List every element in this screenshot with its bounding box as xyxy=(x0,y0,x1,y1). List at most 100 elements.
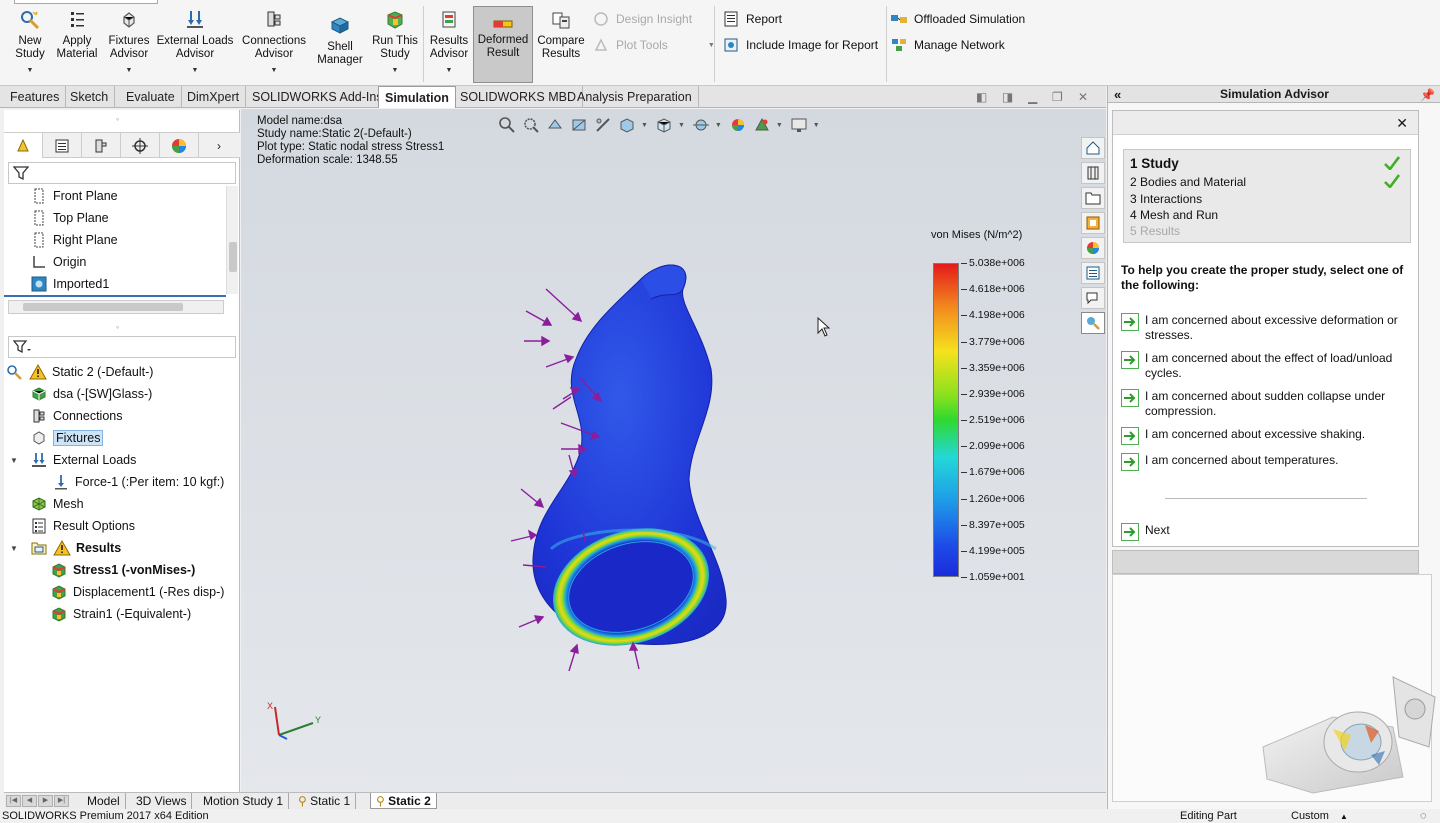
tree-item-connections[interactable]: Connections xyxy=(30,406,123,426)
feature-filter-box[interactable] xyxy=(8,162,236,184)
close-icon[interactable]: ✕ xyxy=(1396,115,1408,132)
option-excessive-shaking[interactable]: I am concerned about excessive shaking. xyxy=(1121,427,1413,445)
scroll-thumb[interactable] xyxy=(229,242,237,272)
more-tabs-button[interactable]: › xyxy=(199,133,239,158)
tree-item-result-options[interactable]: Result Options xyxy=(30,516,135,536)
tree-item-origin[interactable]: Origin xyxy=(30,252,86,272)
tab-sketch[interactable]: Sketch xyxy=(64,86,116,108)
help-icon[interactable]: ◌ xyxy=(1420,809,1427,823)
chevron-down-icon[interactable]: ▼ xyxy=(271,64,278,77)
view-orientation-icon[interactable] xyxy=(617,115,637,135)
include-image-for-report-button[interactable]: Include Image for Report xyxy=(722,36,878,54)
collapse-toggle-icon[interactable]: ▼ xyxy=(10,456,18,465)
appearances-scenes-icon[interactable] xyxy=(1081,237,1105,259)
stress-plot-model[interactable] xyxy=(491,249,911,689)
chevron-down-icon[interactable]: ▼ xyxy=(776,122,783,129)
scroll-thumb[interactable] xyxy=(23,303,183,311)
tree-item-results[interactable]: Results xyxy=(30,538,121,558)
tab-features[interactable]: Features xyxy=(4,86,67,108)
close-icon[interactable]: ✕ xyxy=(1078,90,1088,104)
chevron-down-icon[interactable]: ▼ xyxy=(192,64,199,77)
step-interactions[interactable]: 3 Interactions xyxy=(1130,192,1202,206)
rollback-bar[interactable] xyxy=(4,295,226,297)
tab-solidworks-add-ins[interactable]: SOLIDWORKS Add-Ins xyxy=(246,86,390,108)
option-load-unload-cycles[interactable]: I am concerned about the effect of load/… xyxy=(1121,351,1413,381)
feature-tree-horizontal-scrollbar[interactable] xyxy=(8,300,224,314)
tree-item-study[interactable]: Static 2 (-Default-) xyxy=(6,362,153,382)
tab-motion-study-1[interactable]: Motion Study 1 xyxy=(198,793,290,809)
chevron-down-icon[interactable]: ▼ xyxy=(446,64,453,77)
run-this-study-button[interactable]: Run This Study ▼ xyxy=(370,8,420,80)
apply-scene-icon[interactable] xyxy=(752,115,772,135)
deformed-result-button[interactable]: Deformed Result xyxy=(473,6,533,83)
last-tab-icon[interactable]: ▶| xyxy=(54,795,69,807)
next-button[interactable]: Next xyxy=(1121,523,1413,541)
connections-advisor-button[interactable]: Connections Advisor ▼ xyxy=(238,8,310,80)
tab-solidworks-mbd[interactable]: SOLIDWORKS MBD xyxy=(454,86,583,108)
fixtures-advisor-button[interactable]: Fixtures Advisor ▼ xyxy=(104,8,154,80)
configuration-manager-tab[interactable] xyxy=(82,133,121,158)
tree-item-external-loads[interactable]: External Loads xyxy=(30,450,136,470)
tree-item-displacement-plot[interactable]: Displacement1 (-Res disp-) xyxy=(50,582,224,602)
tab-static-1[interactable]: ⚲ Static 1 xyxy=(293,793,357,809)
apply-material-button[interactable]: Apply Material xyxy=(54,8,100,80)
option-temperatures[interactable]: I am concerned about temperatures. xyxy=(1121,453,1413,471)
previous-view-icon[interactable] xyxy=(545,115,565,135)
tree-item-force[interactable]: Force-1 (:Per item: 10 kgf:) xyxy=(52,472,224,492)
tree-item-part[interactable]: dsa (-[SW]Glass-) xyxy=(30,384,152,404)
dimxpert-manager-tab[interactable] xyxy=(121,133,160,158)
simulation-advisor-icon[interactable] xyxy=(1081,312,1105,334)
new-study-button[interactable]: New Study ▼ xyxy=(10,8,50,80)
feature-tree-scrollbar[interactable] xyxy=(226,186,238,294)
edit-appearance-icon[interactable] xyxy=(728,115,748,135)
study-filter-box[interactable] xyxy=(8,336,236,358)
minimize-icon[interactable]: ▁ xyxy=(1028,90,1037,104)
chevron-down-icon[interactable]: ▼ xyxy=(678,122,685,129)
tree-item-mesh[interactable]: Mesh xyxy=(30,494,84,514)
step-bodies-and-material[interactable]: 2 Bodies and Material xyxy=(1130,175,1246,189)
zoom-to-area-icon[interactable] xyxy=(521,115,541,135)
display-manager-tab[interactable] xyxy=(160,133,199,158)
external-loads-advisor-button[interactable]: External Loads Advisor ▼ xyxy=(156,8,234,80)
shell-manager-button[interactable]: Shell Manager xyxy=(314,8,366,80)
design-library-icon[interactable] xyxy=(1081,162,1105,184)
plot-tools-button[interactable]: Plot Tools ▼ xyxy=(592,36,715,54)
tab-simulation[interactable]: Simulation xyxy=(378,86,456,108)
manage-network-button[interactable]: Manage Network xyxy=(890,36,1005,54)
chevron-down-icon[interactable]: ▼ xyxy=(27,64,34,77)
unit-system-selector[interactable]: Custom ▲ xyxy=(1291,809,1348,823)
results-advisor-button[interactable]: Results Advisor ▼ xyxy=(426,8,472,80)
home-icon[interactable] xyxy=(1081,137,1105,159)
collapse-panel-icon[interactable]: « xyxy=(1114,86,1121,103)
tree-item-top-plane[interactable]: Top Plane xyxy=(30,208,109,228)
tab-3d-views[interactable]: 3D Views xyxy=(131,793,193,809)
tree-item-strain-plot[interactable]: Strain1 (-Equivalent-) xyxy=(50,604,191,624)
property-manager-tab[interactable] xyxy=(43,133,82,158)
tab-static-2[interactable]: ⚲ Static 2 xyxy=(370,793,437,809)
collapse-toggle-icon[interactable]: ▼ xyxy=(10,544,18,553)
tile-right-icon[interactable]: ◨ xyxy=(1002,90,1013,104)
hide-show-items-icon[interactable] xyxy=(691,115,711,135)
step-mesh-and-run[interactable]: 4 Mesh and Run xyxy=(1130,208,1218,222)
chevron-down-icon[interactable]: ▼ xyxy=(641,122,648,129)
tree-item-fixtures[interactable]: Fixtures xyxy=(30,428,104,448)
dynamic-annotation-icon[interactable] xyxy=(593,115,613,135)
tree-item-right-plane[interactable]: Right Plane xyxy=(30,230,118,250)
chevron-down-icon[interactable]: ▼ xyxy=(813,122,820,129)
tab-analysis-preparation[interactable]: Analysis Preparation xyxy=(571,86,699,108)
tree-item-front-plane[interactable]: Front Plane xyxy=(30,186,118,206)
file-explorer-icon[interactable] xyxy=(1081,187,1105,209)
splitter-handle-icon[interactable]: ◦ xyxy=(116,322,119,332)
offloaded-simulation-button[interactable]: Offloaded Simulation xyxy=(890,10,1025,28)
tile-left-icon[interactable]: ◧ xyxy=(976,90,987,104)
first-tab-icon[interactable]: |◀ xyxy=(6,795,21,807)
next-tab-icon[interactable]: ▶ xyxy=(38,795,53,807)
feature-manager-tab[interactable] xyxy=(4,133,43,158)
step-study[interactable]: 1 Study xyxy=(1130,156,1179,171)
tab-dimxpert[interactable]: DimXpert xyxy=(181,86,247,108)
pin-icon[interactable]: 📌 xyxy=(1420,87,1435,104)
view-palette-icon[interactable] xyxy=(1081,212,1105,234)
forum-icon[interactable] xyxy=(1081,287,1105,309)
previous-tab-icon[interactable]: ◀ xyxy=(22,795,37,807)
tab-evaluate[interactable]: Evaluate xyxy=(120,86,182,108)
